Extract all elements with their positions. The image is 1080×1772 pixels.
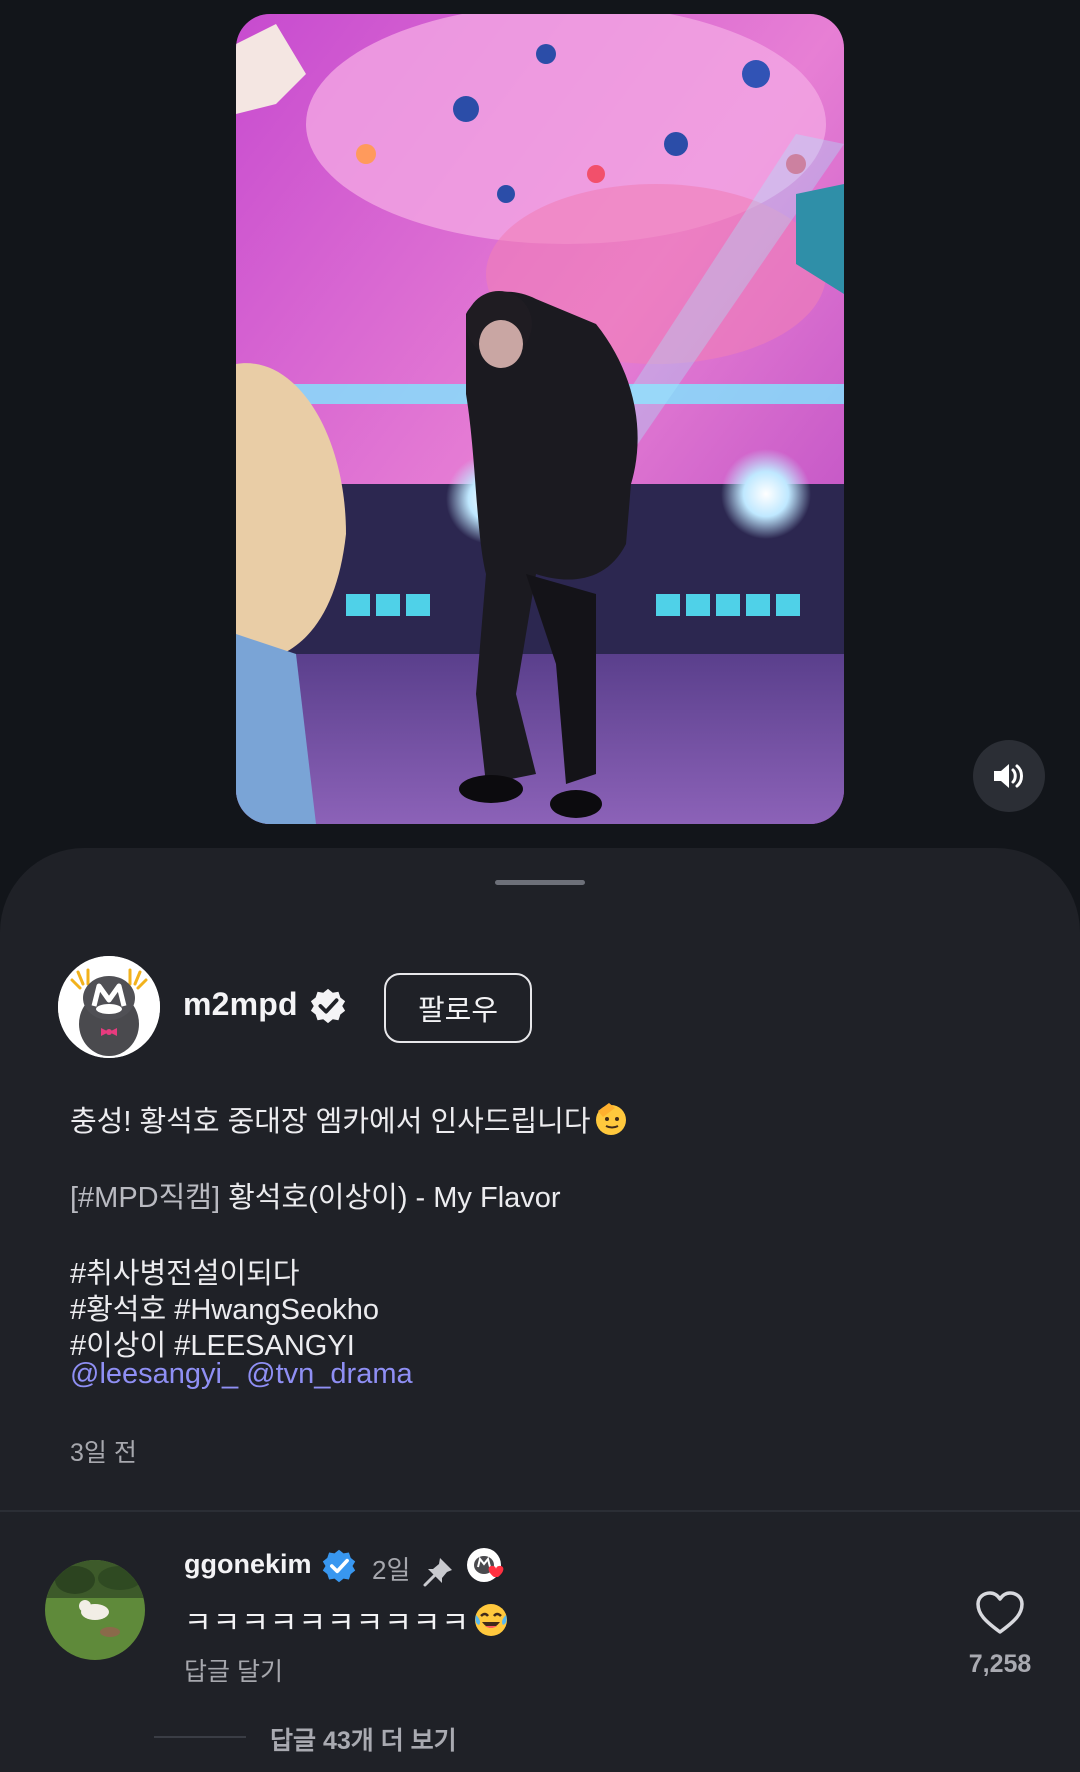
sound-toggle-button[interactable]: [973, 740, 1045, 812]
video-player[interactable]: [236, 14, 844, 824]
heart-outline-icon[interactable]: [975, 1590, 1025, 1636]
verified-badge-icon: [310, 988, 346, 1024]
follow-button[interactable]: 팔로우: [384, 973, 532, 1043]
commenter-username[interactable]: ggonekim: [184, 1549, 312, 1580]
commenter-avatar[interactable]: [45, 1560, 145, 1660]
liked-by-author-icon: [467, 1548, 504, 1582]
section-divider: [0, 1510, 1080, 1512]
tears-of-joy-emoji-icon: [475, 1604, 507, 1636]
caption-hashtag-link[interactable]: [#MPD직캠]: [70, 1182, 220, 1214]
author-avatar[interactable]: [58, 956, 160, 1058]
replies-divider-line: [154, 1736, 246, 1738]
sheet-drag-handle[interactable]: [495, 880, 585, 885]
author-username[interactable]: m2mpd: [183, 986, 298, 1023]
post-details-sheet: m2mpd 팔로우 충성! 황석호 중대장 엠카에서 인사드립니다 [#MPD직…: [0, 848, 1080, 1772]
mentions-line[interactable]: @leesangyi_ @tvn_drama: [70, 1358, 413, 1391]
view-more-replies-button[interactable]: 답글 43개 더 보기: [270, 1721, 457, 1757]
saluting-face-emoji-icon: [595, 1103, 626, 1135]
comment-text-row: ㅋㅋㅋㅋㅋㅋㅋㅋㅋㅋ: [184, 1598, 510, 1642]
comment-text: ㅋㅋㅋㅋㅋㅋㅋㅋㅋㅋ: [184, 1607, 470, 1640]
post-timestamp: 3일 전: [70, 1439, 137, 1467]
comment-like-count: 7,258: [968, 1650, 1032, 1678]
speaker-on-icon: [994, 764, 1023, 788]
screen: m2mpd 팔로우 충성! 황석호 중대장 엠카에서 인사드립니다 [#MPD직…: [0, 0, 1080, 1772]
pin-icon: [423, 1558, 452, 1587]
verified-badge-icon: [322, 1549, 356, 1583]
caption-text: 황석호(이상이) - My Flavor: [220, 1182, 561, 1214]
dog-on-grass-avatar-icon: [45, 1560, 145, 1660]
reply-button[interactable]: 답글 달기: [184, 1652, 283, 1688]
video-frame: [236, 14, 844, 824]
caption-line-2: [#MPD직캠] 황석호(이상이) - My Flavor: [70, 1174, 561, 1216]
caption-text: 충성! 황석호 중대장 엠카에서 인사드립니다: [70, 1106, 591, 1138]
comment-timestamp: 2일: [372, 1555, 411, 1585]
m2-mascot-avatar-icon: [58, 956, 160, 1058]
caption-line-1: 충성! 황석호 중대장 엠카에서 인사드립니다: [70, 1098, 629, 1140]
